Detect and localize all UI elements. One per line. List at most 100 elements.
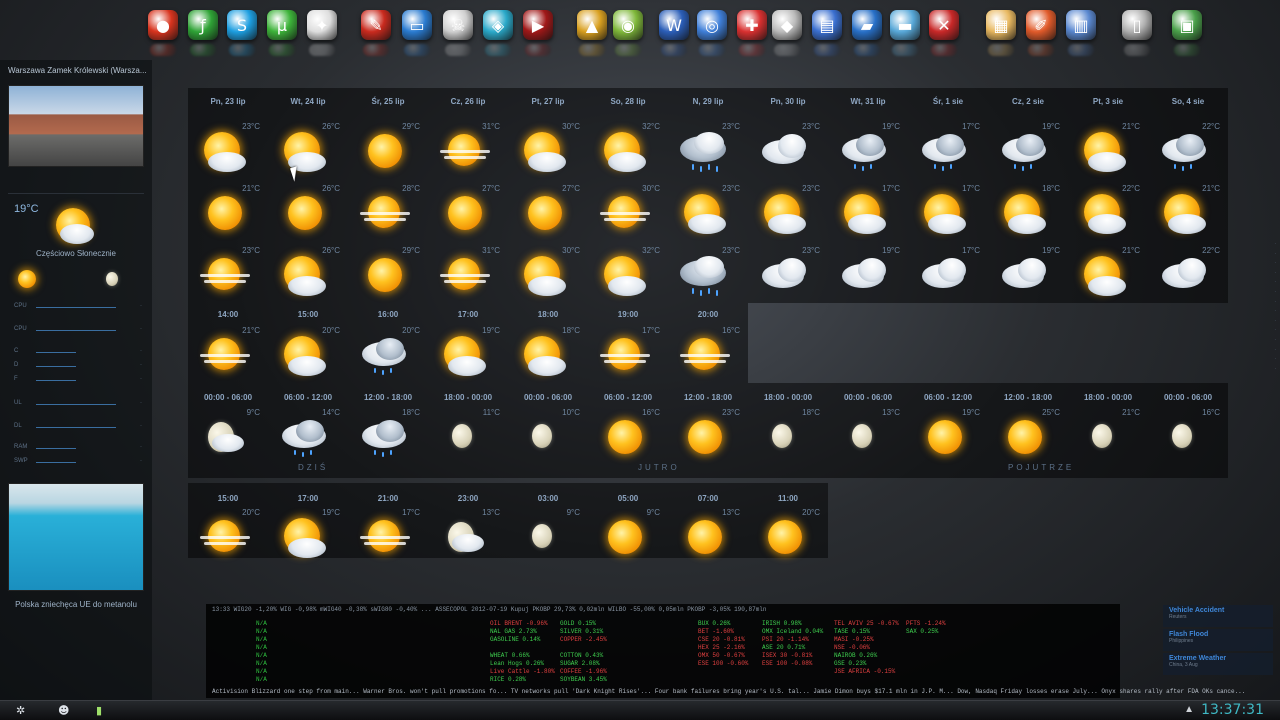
editor-icon[interactable]: ✎ bbox=[361, 10, 391, 40]
network-icon[interactable]: ◈ bbox=[483, 10, 513, 40]
daily-forecast-cell[interactable]: 22°C bbox=[1148, 242, 1228, 302]
settings-icon[interactable]: ✲ bbox=[16, 704, 25, 717]
hourly-forecast-cell[interactable]: 9°C bbox=[588, 504, 668, 564]
daily-forecast-cell[interactable]: 23°C bbox=[748, 242, 828, 302]
daily-forecast-cell[interactable]: 26°C bbox=[268, 180, 348, 240]
skull-icon[interactable]: ☠ bbox=[443, 10, 473, 40]
news-caption[interactable]: Polska zniechęca UE do metanolu bbox=[0, 600, 152, 609]
hourly-forecast-cell[interactable]: 20°C bbox=[268, 322, 348, 382]
news-image[interactable] bbox=[8, 483, 144, 591]
disc-icon[interactable]: ◎ bbox=[697, 10, 727, 40]
video-icon[interactable]: ▤ bbox=[812, 10, 842, 40]
period-forecast-cell[interactable]: 11°C bbox=[428, 404, 508, 464]
daily-forecast-cell[interactable]: 27°C bbox=[428, 180, 508, 240]
trash-icon[interactable]: ▯ bbox=[1122, 10, 1152, 40]
daily-forecast-cell[interactable]: 19°C bbox=[828, 242, 908, 302]
daily-forecast-cell[interactable]: 30°C bbox=[588, 180, 668, 240]
hourly-forecast-cell[interactable]: 20°C bbox=[188, 504, 268, 564]
daily-forecast-cell[interactable]: 23°C bbox=[748, 180, 828, 240]
daily-forecast-cell[interactable]: 21°C bbox=[188, 180, 268, 240]
word-icon[interactable]: W bbox=[659, 10, 689, 40]
daily-forecast-cell[interactable]: 17°C bbox=[908, 180, 988, 240]
period-forecast-cell[interactable]: 19°C bbox=[908, 404, 988, 464]
gamepad-icon[interactable]: ✦ bbox=[307, 10, 337, 40]
daily-forecast-cell[interactable]: 31°C bbox=[428, 242, 508, 302]
period-forecast-cell[interactable]: 18°C bbox=[348, 404, 428, 464]
daily-forecast-cell[interactable]: 23°C bbox=[188, 242, 268, 302]
tools-icon[interactable]: ▲ bbox=[577, 10, 607, 40]
hourly-forecast-cell[interactable]: 17°C bbox=[348, 504, 428, 564]
daily-forecast-cell[interactable]: 27°C bbox=[508, 180, 588, 240]
period-forecast-cell[interactable]: 23°C bbox=[668, 404, 748, 464]
period-forecast-cell[interactable]: 9°C bbox=[188, 404, 268, 464]
daily-forecast-cell[interactable]: 23°C bbox=[668, 180, 748, 240]
hourly-forecast-cell[interactable]: 20°C bbox=[348, 322, 428, 382]
daily-forecast-cell[interactable]: 28°C bbox=[348, 180, 428, 240]
daily-forecast-cell[interactable]: 26°C bbox=[268, 118, 348, 178]
period-forecast-cell[interactable]: 16°C bbox=[1148, 404, 1228, 464]
period-forecast-cell[interactable]: 13°C bbox=[828, 404, 908, 464]
torrent-icon[interactable]: µ bbox=[267, 10, 297, 40]
hourly-forecast-cell[interactable]: 9°C bbox=[508, 504, 588, 564]
hourly-forecast-cell[interactable]: 20°C bbox=[748, 504, 828, 564]
daily-forecast-cell[interactable]: 17°C bbox=[908, 242, 988, 302]
hourly-forecast-cell[interactable]: 21°C bbox=[188, 322, 268, 382]
period-forecast-cell[interactable]: 10°C bbox=[508, 404, 588, 464]
hourly-forecast-cell[interactable]: 13°C bbox=[668, 504, 748, 564]
paint-icon[interactable]: ✐ bbox=[1026, 10, 1056, 40]
daily-forecast-cell[interactable]: 29°C bbox=[348, 242, 428, 302]
daily-forecast-cell[interactable]: 19°C bbox=[988, 242, 1068, 302]
close-app-icon[interactable]: ✕ bbox=[929, 10, 959, 40]
period-forecast-cell[interactable]: 16°C bbox=[588, 404, 668, 464]
hourly-forecast-cell[interactable]: 18°C bbox=[508, 322, 588, 382]
daily-forecast-cell[interactable]: 19°C bbox=[828, 118, 908, 178]
daily-forecast-cell[interactable]: 23°C bbox=[668, 242, 748, 302]
daily-forecast-cell[interactable]: 23°C bbox=[668, 118, 748, 178]
daily-forecast-cell[interactable]: 17°C bbox=[828, 180, 908, 240]
car-icon[interactable]: ▶ bbox=[523, 10, 553, 40]
daily-forecast-cell[interactable]: 21°C bbox=[1068, 118, 1148, 178]
period-forecast-cell[interactable]: 14°C bbox=[268, 404, 348, 464]
news-ticker[interactable]: Activision Blizzard one step from main..… bbox=[212, 688, 1245, 695]
daily-forecast-cell[interactable]: 22°C bbox=[1148, 118, 1228, 178]
book-icon[interactable]: ▰ bbox=[852, 10, 882, 40]
game-icon[interactable]: ƒ bbox=[188, 10, 218, 40]
daily-forecast-cell[interactable]: 30°C bbox=[508, 118, 588, 178]
alien-icon[interactable]: ☻ bbox=[58, 704, 69, 717]
monitor-icon[interactable]: ▭ bbox=[402, 10, 432, 40]
daily-forecast-cell[interactable]: 21°C bbox=[1148, 180, 1228, 240]
shield-icon[interactable]: ◆ bbox=[772, 10, 802, 40]
clock[interactable]: 13:37:31 bbox=[1201, 702, 1264, 718]
webcam-image[interactable] bbox=[8, 85, 144, 167]
hourly-forecast-cell[interactable]: 13°C bbox=[428, 504, 508, 564]
daily-forecast-cell[interactable]: 22°C bbox=[1068, 180, 1148, 240]
desktop-icon[interactable]: ▣ bbox=[1172, 10, 1202, 40]
alert-item[interactable]: Vehicle Accident Reuters bbox=[1163, 605, 1273, 627]
weather-gadget-tabs[interactable] bbox=[8, 188, 144, 194]
skype-icon[interactable]: S bbox=[227, 10, 257, 40]
daily-forecast-cell[interactable]: 29°C bbox=[348, 118, 428, 178]
folder-icon[interactable]: ▬ bbox=[890, 10, 920, 40]
daily-forecast-cell[interactable]: 32°C bbox=[588, 118, 668, 178]
daily-forecast-cell[interactable]: 21°C bbox=[1068, 242, 1148, 302]
period-forecast-cell[interactable]: 18°C bbox=[748, 404, 828, 464]
daily-forecast-cell[interactable]: 19°C bbox=[988, 118, 1068, 178]
notes-icon[interactable]: ▦ bbox=[986, 10, 1016, 40]
alert-item[interactable]: Extreme Weather China, 3 Aug bbox=[1163, 653, 1273, 675]
daily-forecast-cell[interactable]: 18°C bbox=[988, 180, 1068, 240]
hourly-forecast-cell[interactable]: 16°C bbox=[668, 322, 748, 382]
calculator-icon[interactable]: ▥ bbox=[1066, 10, 1096, 40]
period-forecast-cell[interactable]: 25°C bbox=[988, 404, 1068, 464]
android-icon[interactable]: ◉ bbox=[613, 10, 643, 40]
daily-forecast-cell[interactable]: 31°C bbox=[428, 118, 508, 178]
period-forecast-cell[interactable]: 21°C bbox=[1068, 404, 1148, 464]
tray-expand-icon[interactable]: ▲ bbox=[1184, 704, 1194, 715]
daily-forecast-cell[interactable]: 17°C bbox=[908, 118, 988, 178]
alert-item[interactable]: Flash Flood Philippines bbox=[1163, 629, 1273, 651]
browser-icon[interactable]: ● bbox=[148, 10, 178, 40]
daily-forecast-cell[interactable]: 23°C bbox=[188, 118, 268, 178]
hourly-forecast-cell[interactable]: 19°C bbox=[268, 504, 348, 564]
daily-forecast-cell[interactable]: 26°C bbox=[268, 242, 348, 302]
gift-icon[interactable]: ✚ bbox=[737, 10, 767, 40]
daily-forecast-cell[interactable]: 30°C bbox=[508, 242, 588, 302]
